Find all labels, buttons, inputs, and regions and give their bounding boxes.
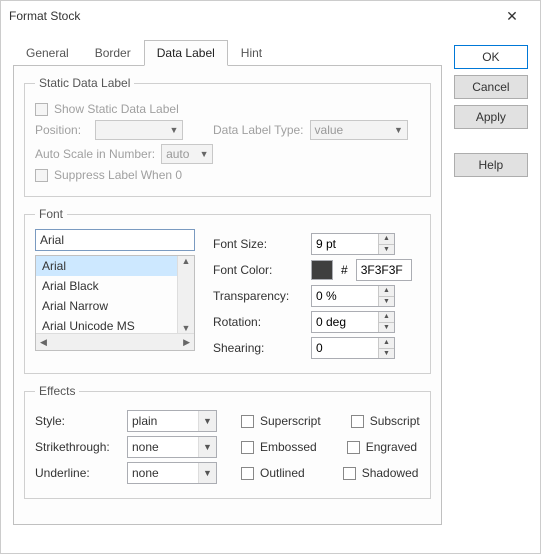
autoscale-combo: auto▼ — [161, 144, 213, 164]
chevron-down-icon: ▼ — [198, 437, 216, 457]
underline-combo[interactable]: none▼ — [127, 462, 217, 484]
underline-label: Underline: — [35, 466, 121, 480]
transparency-label: Transparency: — [213, 289, 305, 303]
subscript-checkbox[interactable] — [351, 415, 364, 428]
color-hex-input[interactable]: 3F3F3F — [356, 259, 412, 281]
shadowed-checkbox[interactable] — [343, 467, 356, 480]
show-static-checkbox — [35, 103, 48, 116]
chevron-down-icon: ▼ — [166, 125, 182, 135]
subscript-label: Subscript — [370, 414, 420, 428]
chevron-down-icon[interactable]: ▼ — [379, 245, 394, 255]
effects-legend: Effects — [35, 384, 79, 398]
chevron-down-icon[interactable]: ▼ — [379, 297, 394, 307]
chevron-down-icon[interactable]: ▼ — [379, 323, 394, 333]
chevron-left-icon: ◀ — [40, 337, 47, 348]
chevron-up-icon[interactable]: ▲ — [379, 312, 394, 323]
superscript-label: Superscript — [260, 414, 321, 428]
embossed-checkbox[interactable] — [241, 441, 254, 454]
color-swatch[interactable] — [311, 260, 333, 280]
tab-general[interactable]: General — [13, 40, 82, 66]
chevron-up-icon[interactable]: ▲ — [379, 338, 394, 349]
dialog-window: Format Stock ✕ General Border Data Label… — [0, 0, 541, 554]
static-data-label-group: Static Data Label Show Static Data Label… — [24, 76, 431, 197]
close-button[interactable]: ✕ — [492, 2, 532, 30]
rotation-label: Rotation: — [213, 315, 305, 329]
ok-button[interactable]: OK — [454, 45, 528, 69]
font-size-label: Font Size: — [213, 237, 305, 251]
vertical-scrollbar[interactable]: ▲▼ — [177, 256, 194, 333]
horizontal-scrollbar[interactable]: ◀▶ — [36, 333, 194, 350]
embossed-label: Embossed — [260, 440, 317, 454]
chevron-up-icon: ▲ — [182, 256, 191, 266]
style-combo[interactable]: plain▼ — [127, 410, 217, 432]
strikethrough-combo[interactable]: none▼ — [127, 436, 217, 458]
font-name-input[interactable]: Arial — [35, 229, 195, 251]
font-group: Font Arial Arial Arial Black Arial Narro… — [24, 207, 431, 374]
transparency-spinner[interactable]: 0 %▲▼ — [311, 285, 395, 307]
data-label-type-label: Data Label Type: — [213, 123, 304, 137]
list-item[interactable]: Arial Black — [36, 276, 194, 296]
chevron-down-icon: ▼ — [196, 149, 212, 159]
chevron-down-icon: ▼ — [182, 323, 191, 333]
suppress-checkbox — [35, 169, 48, 182]
list-item[interactable]: Arial — [36, 256, 194, 276]
tab-data-label[interactable]: Data Label — [144, 40, 228, 66]
static-legend: Static Data Label — [35, 76, 134, 90]
tab-hint[interactable]: Hint — [228, 40, 275, 66]
chevron-right-icon: ▶ — [183, 337, 190, 348]
show-static-label: Show Static Data Label — [54, 102, 179, 116]
style-label: Style: — [35, 414, 121, 428]
chevron-down-icon: ▼ — [198, 411, 216, 431]
font-color-label: Font Color: — [213, 263, 305, 277]
cancel-button[interactable]: Cancel — [454, 75, 528, 99]
shearing-spinner[interactable]: 0▲▼ — [311, 337, 395, 359]
tab-page: Static Data Label Show Static Data Label… — [13, 65, 442, 525]
apply-button[interactable]: Apply — [454, 105, 528, 129]
chevron-down-icon: ▼ — [391, 125, 407, 135]
effects-group: Effects Style: plain▼ Superscript Subscr… — [24, 384, 431, 499]
hash-label: # — [341, 263, 348, 277]
tab-border[interactable]: Border — [82, 40, 144, 66]
font-size-spinner[interactable]: 9 pt▲▼ — [311, 233, 395, 255]
outlined-label: Outlined — [260, 466, 305, 480]
list-item[interactable]: Arial Narrow — [36, 296, 194, 316]
data-label-type-combo: value▼ — [310, 120, 408, 140]
tab-bar: General Border Data Label Hint — [13, 40, 442, 66]
chevron-down-icon[interactable]: ▼ — [379, 349, 394, 359]
button-column: OK Cancel Apply Help — [454, 39, 528, 525]
engraved-checkbox[interactable] — [347, 441, 360, 454]
font-list[interactable]: Arial Arial Black Arial Narrow Arial Uni… — [35, 255, 195, 351]
help-button[interactable]: Help — [454, 153, 528, 177]
position-combo: ▼ — [95, 120, 183, 140]
outlined-checkbox[interactable] — [241, 467, 254, 480]
engraved-label: Engraved — [366, 440, 417, 454]
rotation-spinner[interactable]: 0 deg▲▼ — [311, 311, 395, 333]
window-title: Format Stock — [9, 9, 492, 23]
position-label: Position: — [35, 123, 89, 137]
font-legend: Font — [35, 207, 67, 221]
strikethrough-label: Strikethrough: — [35, 440, 121, 454]
shadowed-label: Shadowed — [362, 466, 419, 480]
chevron-up-icon[interactable]: ▲ — [379, 234, 394, 245]
chevron-down-icon: ▼ — [198, 463, 216, 483]
titlebar: Format Stock ✕ — [1, 1, 540, 31]
chevron-up-icon[interactable]: ▲ — [379, 286, 394, 297]
suppress-label: Suppress Label When 0 — [54, 168, 182, 182]
autoscale-label: Auto Scale in Number: — [35, 147, 155, 161]
shearing-label: Shearing: — [213, 341, 305, 355]
superscript-checkbox[interactable] — [241, 415, 254, 428]
